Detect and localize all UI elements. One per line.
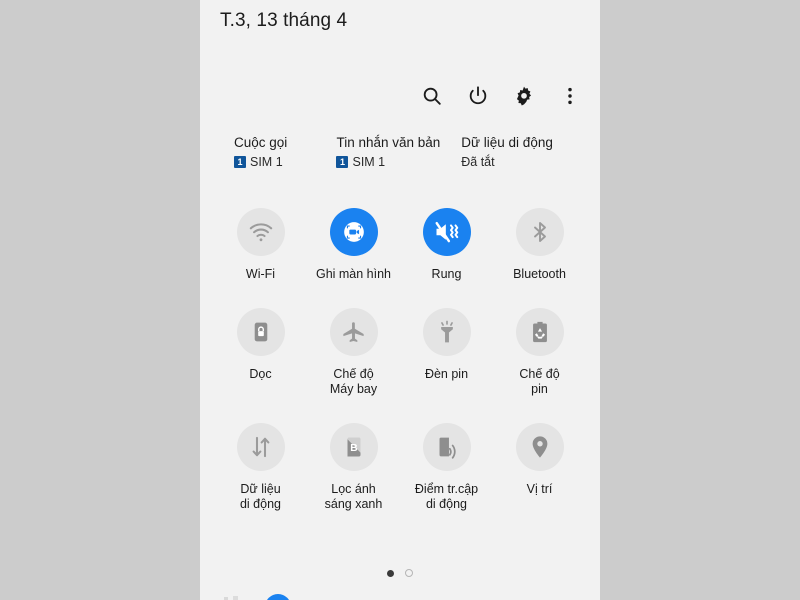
status-subtitle: Đã tắt bbox=[461, 155, 495, 169]
status-subtitle-wrap: 1 SIM 1 bbox=[336, 155, 461, 169]
tile-row: Dọc Chế độ Máy bay Đèn pin Chế độ pin bbox=[214, 308, 586, 397]
page-indicator[interactable] bbox=[200, 569, 600, 577]
tile-battery-saver[interactable]: Chế độ pin bbox=[493, 308, 586, 397]
quick-settings-panel: T.3, 13 tháng 4 Cuộc gọi 1 SIM 1 Tin nhắ… bbox=[200, 0, 600, 600]
sim-badge: 1 bbox=[336, 156, 349, 168]
rotation-lock-icon bbox=[254, 322, 267, 342]
battery-saver-icon bbox=[532, 321, 547, 343]
wifi-icon bbox=[249, 223, 272, 242]
tile-screen-recorder[interactable]: Ghi màn hình bbox=[307, 208, 400, 282]
power-icon[interactable] bbox=[466, 84, 490, 108]
tile-blue-light-filter[interactable]: B Lọc ánh sáng xanh bbox=[307, 423, 400, 512]
location-icon bbox=[532, 436, 547, 458]
status-item-calls[interactable]: Cuộc gọi 1 SIM 1 bbox=[234, 134, 336, 169]
date-label: T.3, 13 tháng 4 bbox=[220, 10, 348, 31]
status-subtitle: SIM 1 bbox=[250, 155, 283, 169]
tile-bluetooth[interactable]: Bluetooth bbox=[493, 208, 586, 282]
tile-icon-wrap bbox=[422, 423, 471, 471]
tile-label: Chế độ pin bbox=[519, 367, 560, 396]
airplane-mode-icon bbox=[343, 321, 364, 342]
next-panel-peek bbox=[200, 590, 600, 600]
mobile-hotspot-icon bbox=[439, 437, 456, 459]
header-icon-bar bbox=[420, 84, 582, 108]
connectivity-status-row: Cuộc gọi 1 SIM 1 Tin nhắn văn bản 1 SIM … bbox=[234, 134, 586, 169]
tile-label: Rung bbox=[431, 267, 462, 281]
bluetooth-icon bbox=[533, 222, 546, 242]
tile-icon-wrap bbox=[329, 208, 378, 256]
tile-icon-wrap bbox=[422, 208, 471, 256]
tile-label: Đèn pin bbox=[424, 367, 469, 381]
tile-mobile-hotspot[interactable]: Điểm tr.cập di động bbox=[400, 423, 493, 512]
tile-rotation-lock[interactable]: Dọc bbox=[214, 308, 307, 397]
screen-recorder-icon bbox=[343, 222, 364, 242]
tile-label: Bluetooth bbox=[513, 267, 566, 281]
sim-badge: 1 bbox=[234, 156, 246, 168]
tile-vibrate[interactable]: Rung bbox=[400, 208, 493, 282]
mobile-data-icon bbox=[252, 436, 269, 458]
status-title: Tin nhắn văn bản bbox=[336, 135, 441, 150]
tile-label: Lọc ánh sáng xanh bbox=[324, 482, 383, 511]
settings-gear-icon[interactable] bbox=[512, 84, 536, 108]
status-subtitle-wrap: 1 SIM 1 bbox=[234, 155, 336, 169]
flashlight-icon bbox=[440, 320, 453, 343]
svg-text:B: B bbox=[350, 443, 357, 454]
search-icon[interactable] bbox=[420, 84, 444, 108]
status-title: Dữ liệu di động bbox=[461, 135, 553, 150]
tile-label: Dọc bbox=[249, 367, 272, 381]
tile-label: Ghi màn hình bbox=[315, 267, 392, 281]
tile-icon-wrap bbox=[422, 308, 471, 356]
tile-icon-wrap bbox=[236, 208, 285, 256]
tile-label: Wi-Fi bbox=[245, 267, 276, 281]
page-dot-inactive[interactable] bbox=[405, 569, 413, 577]
status-subtitle-wrap: Đã tắt bbox=[461, 155, 586, 169]
quick-tiles-grid: Wi-Fi Ghi màn hình Rung Bluetooth Dọc Ch… bbox=[214, 208, 586, 538]
peek-glyph-right bbox=[233, 596, 238, 600]
status-item-mobile-data[interactable]: Dữ liệu di động Đã tắt bbox=[461, 134, 586, 169]
status-subtitle: SIM 1 bbox=[352, 155, 386, 169]
tile-row: Dữ liệu di động B Lọc ánh sáng xanh Điểm… bbox=[214, 423, 586, 512]
tile-icon-wrap bbox=[515, 308, 564, 356]
tile-label: Vị trí bbox=[526, 482, 553, 496]
page-dot-active[interactable] bbox=[387, 569, 394, 577]
tile-location[interactable]: Vị trí bbox=[493, 423, 586, 512]
peek-active-tile bbox=[265, 594, 291, 600]
screenshot-stage: T.3, 13 tháng 4 Cuộc gọi 1 SIM 1 Tin nhắ… bbox=[0, 0, 800, 600]
tile-flashlight[interactable]: Đèn pin bbox=[400, 308, 493, 397]
tile-icon-wrap bbox=[236, 423, 285, 471]
overflow-menu-icon[interactable] bbox=[558, 84, 582, 108]
tile-icon-wrap bbox=[515, 208, 564, 256]
tile-label: Điểm tr.cập di động bbox=[414, 482, 479, 511]
tile-wifi[interactable]: Wi-Fi bbox=[214, 208, 307, 282]
status-title: Cuộc gọi bbox=[234, 135, 288, 150]
tile-label: Chế độ Máy bay bbox=[329, 367, 378, 396]
tile-airplane-mode[interactable]: Chế độ Máy bay bbox=[307, 308, 400, 397]
tile-icon-wrap bbox=[515, 423, 564, 471]
blue-light-filter-icon: B bbox=[347, 437, 360, 457]
tile-label: Dữ liệu di động bbox=[239, 482, 281, 511]
tile-icon-wrap bbox=[236, 308, 285, 356]
tile-mobile-data[interactable]: Dữ liệu di động bbox=[214, 423, 307, 512]
vibrate-icon bbox=[435, 221, 458, 243]
tile-icon-wrap bbox=[329, 308, 378, 356]
tile-icon-wrap: B bbox=[329, 423, 378, 471]
status-item-messages[interactable]: Tin nhắn văn bản 1 SIM 1 bbox=[336, 134, 461, 169]
tile-row: Wi-Fi Ghi màn hình Rung Bluetooth bbox=[214, 208, 586, 282]
